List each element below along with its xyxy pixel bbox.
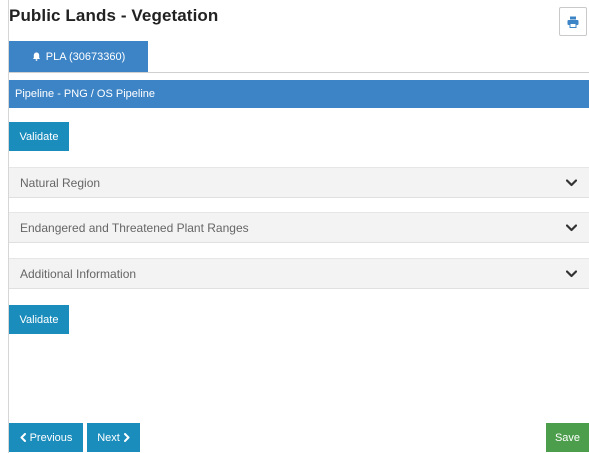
validate-button-bottom[interactable]: Validate	[9, 305, 69, 334]
accordion-endangered-plant-ranges[interactable]: Endangered and Threatened Plant Ranges	[9, 212, 589, 243]
chevron-down-icon	[566, 269, 577, 277]
chevron-down-icon	[566, 178, 577, 186]
accordion-natural-region[interactable]: Natural Region	[9, 167, 589, 198]
accordion-label: Endangered and Threatened Plant Ranges	[20, 220, 249, 235]
previous-button-label: Previous	[29, 431, 73, 444]
print-button[interactable]	[559, 7, 587, 36]
accordion-additional-information[interactable]: Additional Information	[9, 258, 589, 289]
previous-button[interactable]: Previous	[9, 423, 83, 452]
tab-divider	[9, 72, 589, 73]
chevron-right-icon	[123, 433, 130, 442]
validate-button-top[interactable]: Validate	[9, 122, 69, 151]
chevron-left-icon	[20, 433, 26, 442]
tab-pla-label: PLA (30673360)	[45, 50, 126, 63]
accordion-label: Additional Information	[20, 266, 137, 281]
chevron-down-icon	[566, 223, 577, 231]
next-button[interactable]: Next	[87, 423, 140, 452]
page-title: Public Lands - Vegetation	[9, 6, 219, 25]
print-icon	[567, 16, 579, 28]
section-header: Pipeline - PNG / OS Pipeline	[9, 80, 589, 108]
next-button-label: Next	[97, 431, 120, 444]
bell-icon	[32, 52, 40, 61]
save-button[interactable]: Save	[546, 423, 589, 452]
accordion-label: Natural Region	[20, 175, 101, 190]
tab-pla[interactable]: PLA (30673360)	[9, 41, 148, 72]
